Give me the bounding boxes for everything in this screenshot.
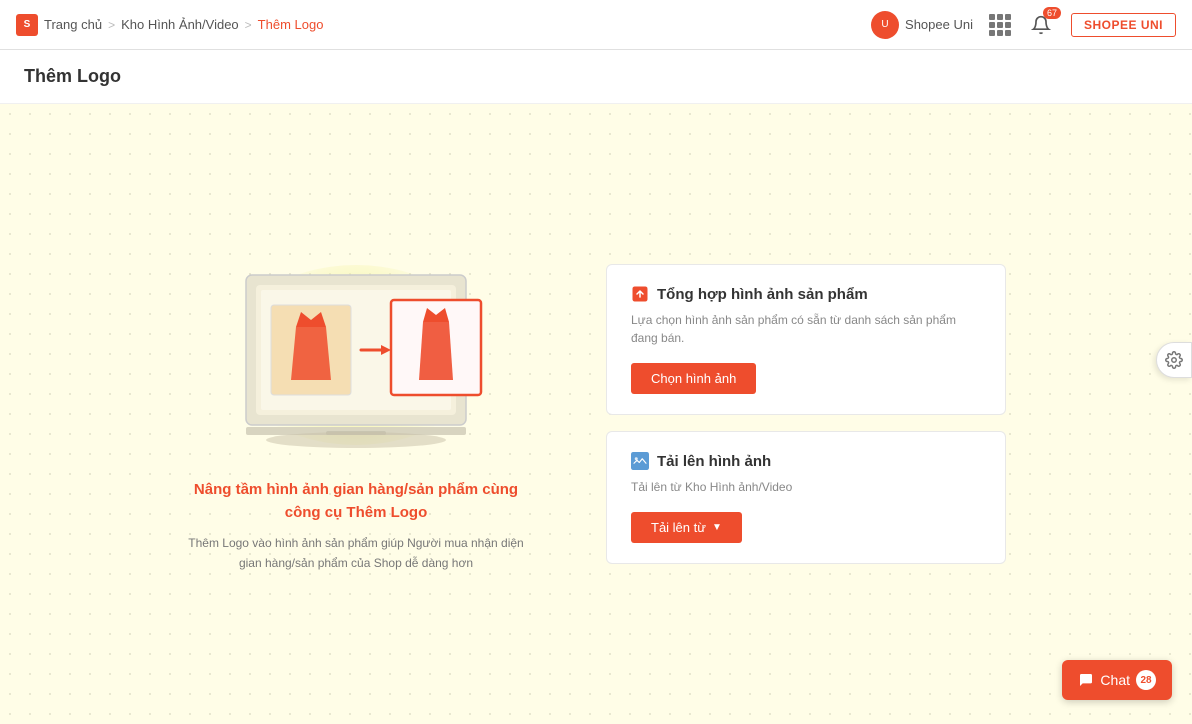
chat-button[interactable]: Chat 28 (1062, 660, 1172, 700)
breadcrumb-current: Thêm Logo (258, 17, 324, 32)
option-1-title: Tổng hợp hình ảnh sản phẩm (657, 286, 868, 303)
option-card-1: Tổng hợp hình ảnh sản phẩm Lựa chọn hình… (606, 264, 1006, 415)
chat-label: Chat (1100, 672, 1130, 688)
page-title-bar: Thêm Logo (0, 50, 1192, 104)
option-2-desc: Tải lên từ Kho Hình ảnh/Video (631, 478, 981, 496)
floating-settings-button[interactable] (1156, 342, 1192, 378)
upload-button[interactable]: Tải lên từ ▼ (631, 512, 742, 543)
header-right: U Shopee Uni 67 SHOPEE UNI (871, 11, 1176, 39)
laptop-illustration (206, 255, 506, 455)
upload-arrow-icon: ▼ (712, 522, 722, 533)
option-1-title-row: Tổng hợp hình ảnh sản phẩm (631, 285, 981, 303)
option-2-title-row: Tải lên hình ảnh (631, 452, 981, 470)
laptop-svg (206, 255, 506, 455)
breadcrumb-sep1: > (108, 18, 115, 32)
chat-badge: 28 (1136, 670, 1156, 690)
chat-icon (1078, 672, 1094, 688)
shopee-uni-button[interactable]: SHOPEE UNI (1071, 13, 1176, 37)
breadcrumb-sep2: > (245, 18, 252, 32)
header-left: S Trang chủ > Kho Hình Ảnh/Video > Thêm … (16, 14, 323, 36)
illustration-title: Nâng tầm hình ảnh gian hàng/sản phẩm cùn… (186, 479, 526, 524)
illustration-section: Nâng tầm hình ảnh gian hàng/sản phẩm cùn… (186, 255, 526, 572)
grid-icon[interactable] (989, 14, 1011, 36)
option-2-icon (631, 452, 649, 470)
shopee-uni-section: U Shopee Uni (871, 11, 973, 39)
breadcrumb-media[interactable]: Kho Hình Ảnh/Video (121, 17, 239, 32)
breadcrumb-home[interactable]: Trang chủ (44, 17, 102, 32)
page-title: Thêm Logo (24, 66, 1168, 87)
option-1-desc: Lựa chọn hình ảnh sản phẩm có sẵn từ dan… (631, 311, 981, 347)
upload-button-label: Tải lên từ (651, 520, 706, 535)
option-card-2: Tải lên hình ảnh Tải lên từ Kho Hình ảnh… (606, 431, 1006, 564)
choose-image-button[interactable]: Chọn hình ảnh (631, 363, 756, 394)
main-content: Nâng tầm hình ảnh gian hàng/sản phẩm cùn… (0, 104, 1192, 724)
notification-button[interactable]: 67 (1027, 11, 1055, 39)
options-section: Tổng hợp hình ảnh sản phẩm Lựa chọn hình… (606, 264, 1006, 564)
option-2-title: Tải lên hình ảnh (657, 453, 771, 470)
shopee-uni-label: Shopee Uni (905, 17, 973, 32)
header: S Trang chủ > Kho Hình Ảnh/Video > Thêm … (0, 0, 1192, 50)
option-1-icon (631, 285, 649, 303)
notification-badge: 67 (1043, 7, 1061, 19)
shopee-uni-icon: U (871, 11, 899, 39)
illustration-desc: Thêm Logo vào hình ảnh sản phẩm giúp Ngư… (186, 534, 526, 572)
shopee-logo: S (16, 14, 38, 36)
